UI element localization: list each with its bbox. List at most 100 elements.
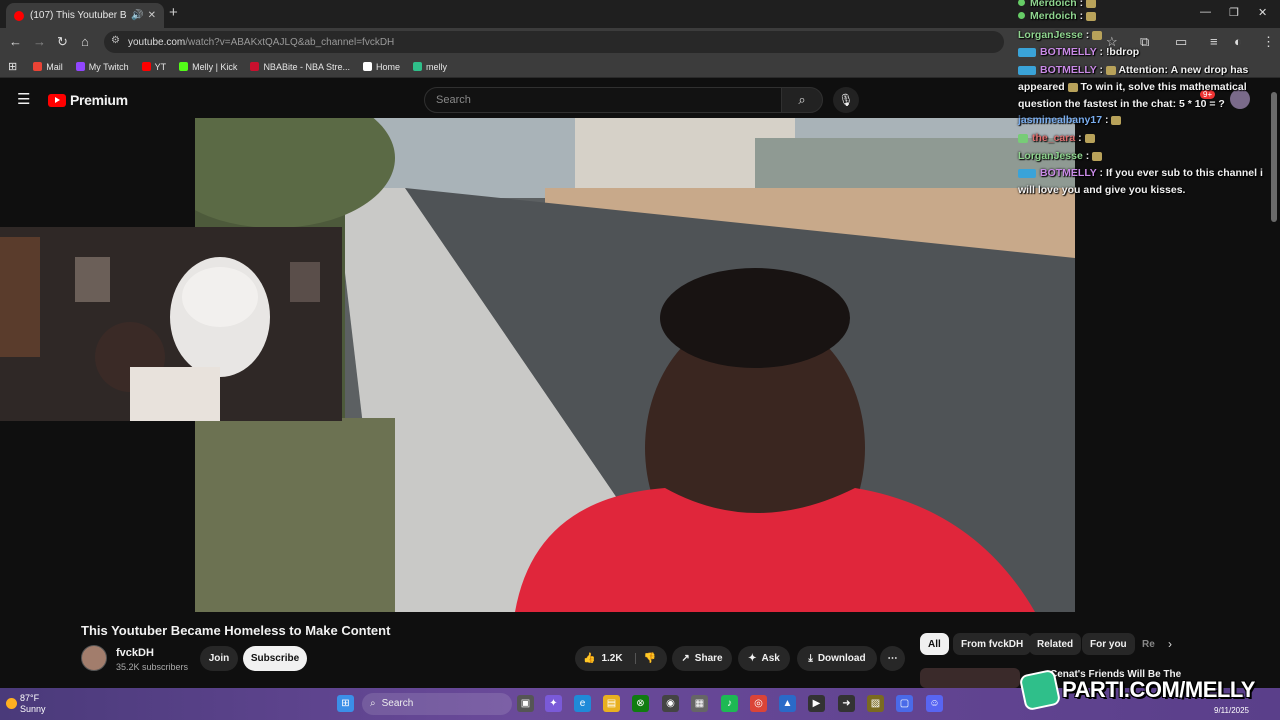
bookmark-yt[interactable]: YT (141, 62, 166, 72)
microphone-icon: 🎙 (838, 93, 854, 107)
minimize-icon[interactable]: — (1200, 6, 1211, 18)
app-square-icon[interactable]: ▢ (896, 695, 913, 712)
sub-badge-icon (1018, 133, 1028, 143)
more-dots-icon: ⋯ (887, 653, 898, 664)
chip-recently[interactable]: Re (1134, 633, 1163, 655)
tab-title: (107) This Youtuber Became Homeless to M… (30, 10, 127, 21)
media-icon[interactable]: ≡ (1210, 34, 1218, 49)
like-count[interactable]: 1.2K (601, 653, 622, 664)
speaker-icon[interactable]: 🔊 (131, 10, 143, 21)
emote-icon (1111, 115, 1122, 125)
emote-icon (1092, 151, 1103, 161)
app-tile-icon[interactable]: ▨ (867, 695, 884, 712)
webcam-overlay (0, 227, 342, 421)
back-icon[interactable]: ← (9, 34, 22, 49)
webcam-frame (0, 227, 342, 421)
edge-icon[interactable]: e (574, 695, 591, 712)
chip-all[interactable]: All (920, 633, 949, 655)
more-actions-button[interactable]: ⋯ (880, 646, 905, 671)
windows-start-icon[interactable]: ⊞ (337, 695, 354, 712)
copilot-icon[interactable]: ✦ (545, 695, 562, 712)
youtube-favicon-icon (14, 10, 24, 21)
search-input[interactable]: Search (424, 87, 782, 113)
media-player-icon[interactable]: ▶ (808, 695, 825, 712)
bookmark-mail[interactable]: Mail (33, 62, 63, 72)
task-view-icon[interactable]: ▣ (517, 695, 534, 712)
youtube-logo[interactable]: Premium (48, 92, 128, 108)
youtube-icon (141, 62, 151, 71)
bookmark-melly[interactable]: melly (412, 62, 447, 72)
file-explorer-icon[interactable]: ▤ (603, 695, 620, 712)
like-dislike-group: 👍 1.2K 👎 (575, 646, 667, 671)
apps-grid-icon[interactable]: ⊞ (8, 60, 17, 73)
discord-icon[interactable]: ☺ (926, 695, 943, 712)
parti-logo-icon (1018, 668, 1062, 712)
bot-badge-icon (1018, 168, 1036, 178)
new-tab-button[interactable]: + (169, 4, 178, 21)
url-host: youtube.com (128, 36, 186, 48)
melly-icon (412, 62, 422, 71)
bookmark-kick[interactable]: Melly | Kick (179, 62, 237, 72)
voice-search-button[interactable]: 🎙 (833, 87, 859, 113)
store-icon[interactable]: ▦ (691, 695, 708, 712)
chat-message: jasminealbany17 : (1018, 112, 1122, 129)
photos-icon[interactable]: ▲ (779, 695, 796, 712)
forward-icon[interactable]: → (33, 34, 46, 49)
chat-message: BOTMELLY : Attention: A new drop has app… (1018, 64, 1249, 110)
search-button[interactable]: ⌕ (781, 87, 823, 113)
chat-message: BOTMELLY : !bdrop (1018, 44, 1139, 61)
taskbar-search[interactable]: ⌕ Search (362, 693, 512, 715)
url-path: /watch?v=ABAKxtQAJLQ&ab_channel=fvckDH (185, 36, 395, 48)
chrome-icon[interactable]: ◎ (750, 695, 767, 712)
mail-icon (33, 62, 43, 71)
weather-temp: 87°F (20, 693, 40, 703)
download-button[interactable]: ⤓ Download (797, 646, 877, 671)
emote-icon (1084, 133, 1095, 143)
maximize-icon[interactable]: ❐ (1229, 6, 1239, 19)
emote-icon (1105, 65, 1116, 75)
site-info-icon[interactable]: ⚙ (111, 35, 120, 46)
chip-related[interactable]: Related (1029, 633, 1082, 655)
chip-for-you[interactable]: For you (1082, 633, 1135, 655)
bot-badge-icon (1018, 47, 1036, 57)
spotify-icon[interactable]: ♪ (721, 695, 738, 712)
ask-button[interactable]: ✦ Ask (738, 646, 790, 671)
weather-widget[interactable]: 87°F Sunny (20, 693, 46, 715)
obs-icon[interactable]: ◉ (662, 695, 679, 712)
like-icon[interactable]: 👍 (583, 653, 595, 664)
profile-icon[interactable]: ◐ (1234, 34, 1242, 49)
extensions-icon[interactable]: ⧉ (1140, 34, 1149, 50)
chat-message: BOTMELLY : If you ever sub to this chann… (1018, 167, 1263, 196)
cast-icon[interactable]: ▭ (1175, 34, 1187, 50)
taskbar-date: 9/11/2025 (1214, 706, 1249, 715)
xbox-icon[interactable]: ⊗ (632, 695, 649, 712)
close-window-icon[interactable]: ✕ (1258, 6, 1267, 19)
video-title: This Youtuber Became Homeless to Make Co… (81, 623, 391, 638)
dislike-icon[interactable]: 👎 (634, 653, 656, 664)
x-icon (362, 62, 372, 71)
chip-from-channel[interactable]: From fvckDH (953, 633, 1032, 655)
bookmark-home[interactable]: Home (362, 62, 400, 72)
browser-tab[interactable]: (107) This Youtuber Became Homeless to M… (6, 3, 164, 28)
subscribe-button[interactable]: Subscribe (243, 646, 307, 671)
menu-dots-icon[interactable]: ⋮ (1262, 34, 1275, 50)
channel-name[interactable]: fvckDH (116, 647, 154, 659)
join-button[interactable]: Join (200, 646, 238, 671)
channel-avatar[interactable] (81, 645, 107, 671)
home-icon[interactable]: ⌂ (81, 34, 89, 49)
kick-icon (179, 62, 189, 71)
close-tab-icon[interactable]: ✕ (148, 10, 156, 21)
brand-text: PARTI.COM/MELLY (1062, 677, 1255, 702)
bookmark-twitch[interactable]: My Twitch (75, 62, 129, 72)
emote-icon (1086, 0, 1097, 8)
app-arrow-icon[interactable]: ➜ (838, 695, 855, 712)
search-icon: ⌕ (798, 92, 806, 107)
recommended-thumbnail[interactable] (920, 668, 1020, 688)
hamburger-menu-icon[interactable]: ☰ (17, 90, 30, 108)
chevron-right-icon[interactable]: › (1168, 637, 1172, 651)
reload-icon[interactable]: ↻ (57, 34, 68, 50)
share-button[interactable]: ↗ Share (672, 646, 732, 671)
address-bar[interactable]: ⚙ youtube.com/watch?v=ABAKxtQAJLQ&ab_cha… (104, 31, 1004, 53)
bookmark-nbabite[interactable]: NBABite - NBA Stre... (250, 62, 350, 72)
bot-badge-icon (1018, 65, 1036, 75)
